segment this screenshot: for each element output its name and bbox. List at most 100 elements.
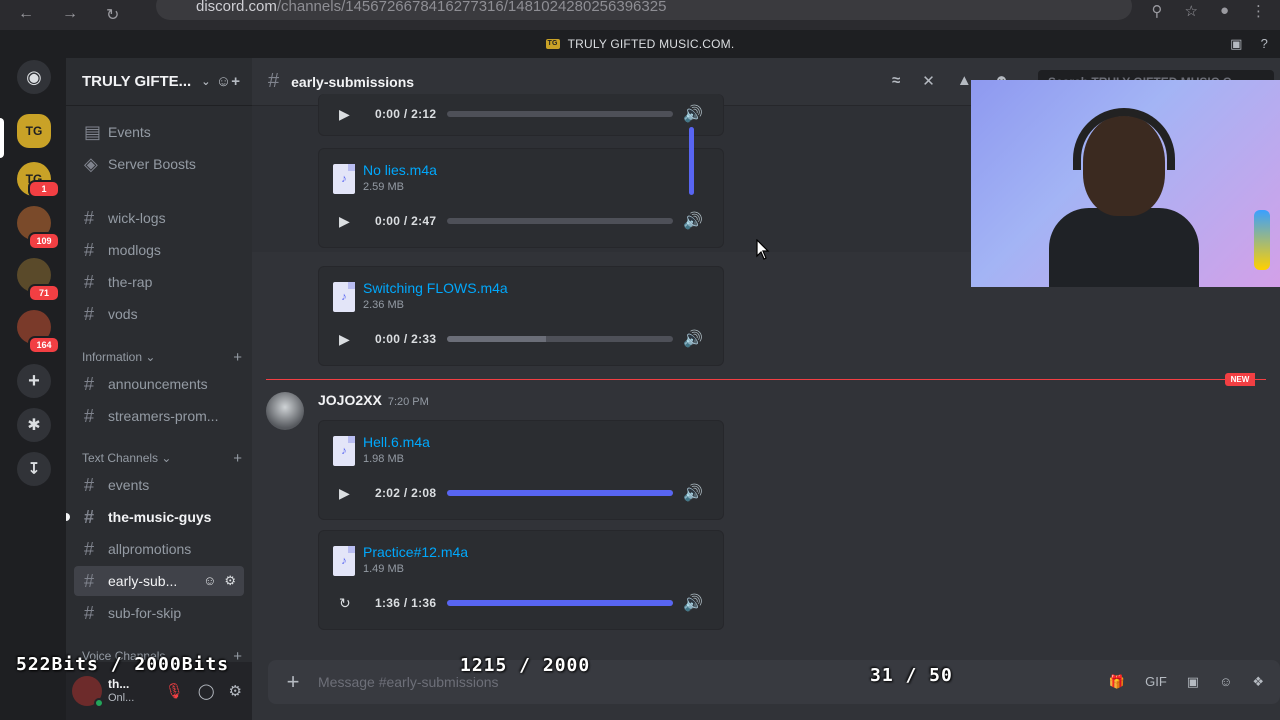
invite-people-icon[interactable]: ☺+ [216,73,240,90]
hash-icon: # [84,207,95,228]
gear-icon[interactable]: ⚙ [229,682,242,700]
file-link[interactable]: Switching FLOWS.m4a [363,281,508,296]
audio-attachment: ♪ No lies.m4a 2.59 MB ▶ 0:00 / 2:47 🔊 [318,127,724,248]
browser-nav: ← → ↻ [0,5,150,25]
playback-time: 0:00 / 2:33 [375,332,437,346]
server-list: ◉ TG TG 1 109 71 164 + ✱ ↧ [0,58,66,720]
menu-icon[interactable]: ⋮ [1251,2,1266,20]
sidebar-item-events[interactable]: ▤ Events [74,117,244,147]
hash-icon: # [84,373,95,394]
seek-bar[interactable] [447,336,673,342]
download-icon[interactable]: ↧ [17,452,51,486]
seek-fill [447,600,673,606]
message-input[interactable]: Message #early-submissions [318,674,499,690]
channel-the-rap[interactable]: # the-rap [74,267,244,297]
play-icon[interactable]: ▶ [339,485,359,502]
file-link[interactable]: No lies.m4a [363,163,437,178]
apps-icon[interactable]: ❖ [1252,674,1264,690]
attach-plus-icon[interactable]: + [268,669,318,695]
channel-early-submissions[interactable]: # early-sub... ☺ ⚙ [74,566,244,596]
profile-icon[interactable]: ● [1220,2,1229,20]
inbox-icon[interactable]: ▣ [1230,36,1242,52]
audio-player: ▶ 0:00 / 2:33 🔊 [339,329,709,349]
channel-events[interactable]: # events [74,470,244,500]
volume-icon[interactable]: 🔊 [683,593,703,613]
file-info: ♪ Hell.6.m4a 1.98 MB [333,435,430,467]
playback-time: 0:00 / 2:47 [375,214,437,228]
hash-icon: # [268,70,280,92]
mention-badge: 1 [28,180,60,198]
volume-icon[interactable]: 🔊 [683,211,703,231]
notification-muted-icon[interactable]: ✕ [922,72,935,90]
hash-icon: # [84,405,95,426]
gif-icon[interactable]: GIF [1145,674,1167,690]
category-text-channels[interactable]: Text Channels ⌄ + [82,449,242,467]
channel-vods[interactable]: # vods [74,299,244,329]
mention-badge: 71 [28,284,60,302]
channel-modlogs[interactable]: # modlogs [74,235,244,265]
seek-bar[interactable] [447,111,673,117]
audio-file-icon: ♪ [333,282,355,312]
bits-goal-counter: 522Bits / 2000Bits [16,654,230,675]
file-link[interactable]: Practice#12.m4a [363,545,468,560]
add-server-icon[interactable]: + [17,364,51,398]
server-header[interactable]: TRULY GIFTE... ⌄ ☺+ [66,58,252,106]
server-icon-tg[interactable]: TG [17,114,51,148]
file-size: 1.98 MB [363,453,404,465]
volume-slider[interactable] [689,127,694,195]
create-channel-icon[interactable]: + [233,450,242,467]
mute-mic-icon[interactable]: 🎙 [165,682,184,700]
help-icon[interactable]: ? [1261,36,1268,52]
play-icon[interactable]: ▶ [339,106,359,123]
channel-wick-logs[interactable]: # wick-logs [74,203,244,233]
gift-icon[interactable]: 🎁 [1109,674,1125,690]
channel-announcements[interactable]: # announcements [74,369,244,399]
discover-compass-icon[interactable]: ✱ [17,408,51,442]
threads-icon[interactable]: ≈ [892,72,900,90]
headphones-icon[interactable]: ◯ [198,682,215,700]
avatar[interactable] [266,392,304,430]
seek-bar[interactable] [447,600,673,606]
audio-file-icon: ♪ [333,546,355,576]
invite-icon[interactable]: ☺ [203,573,216,589]
bookmark-star-icon[interactable]: ☆ [1184,2,1197,20]
file-info: ♪ No lies.m4a 2.59 MB [333,163,437,195]
volume-icon[interactable]: 🔊 [683,483,703,503]
sidebar-item-server-boosts[interactable]: ◈ Server Boosts [74,149,244,179]
channel-sub-for-skip[interactable]: # sub-for-skip [74,598,244,628]
channel-title: early-submissions [291,73,415,90]
volume-icon[interactable]: 🔊 [683,329,703,349]
seek-bar[interactable] [447,490,673,496]
channel-the-music-guys[interactable]: # the-music-guys [74,502,244,532]
playback-time: 0:00 / 2:12 [375,107,437,121]
create-channel-icon[interactable]: + [233,349,242,366]
category-information[interactable]: Information ⌄ + [82,348,242,366]
message-author[interactable]: JOJO2XX [318,392,382,408]
gear-icon[interactable]: ⚙ [224,573,236,589]
seek-bar[interactable] [447,218,673,224]
play-icon[interactable]: ▶ [339,331,359,348]
url-bar[interactable]: discord.com/channels/1456726678416277316… [156,0,1132,20]
audio-attachment: ▶ 0:00 / 2:12 🔊 [318,94,724,136]
file-size: 2.59 MB [363,181,404,193]
server-name: TRULY GIFTE... [82,73,192,90]
play-icon[interactable]: ▶ [339,213,359,230]
discord-home-icon[interactable]: ◉ [17,60,51,94]
pin-icon[interactable]: ▲ [957,72,972,90]
replay-icon[interactable]: ↻ [339,595,359,612]
volume-icon[interactable]: 🔊 [683,104,703,124]
file-link[interactable]: Hell.6.m4a [363,435,430,450]
zoom-icon[interactable]: ⚲ [1151,2,1162,20]
headset-icon [1073,108,1175,170]
emoji-icon[interactable]: ☺ [1219,674,1232,690]
channel-allpromotions[interactable]: # allpromotions [74,534,244,564]
file-size: 2.36 MB [363,299,404,311]
back-icon[interactable]: ← [18,5,34,25]
avatar[interactable] [72,676,104,708]
reload-icon[interactable]: ↻ [106,5,119,25]
message-composer: + Message #early-submissions 🎁 GIF ▣ ☺ ❖ [268,660,1280,704]
channel-streamers-promo[interactable]: # streamers-prom... [74,401,244,431]
sticker-icon[interactable]: ▣ [1187,674,1199,690]
url-host: discord.com [196,0,277,15]
forward-icon[interactable]: → [62,5,78,25]
